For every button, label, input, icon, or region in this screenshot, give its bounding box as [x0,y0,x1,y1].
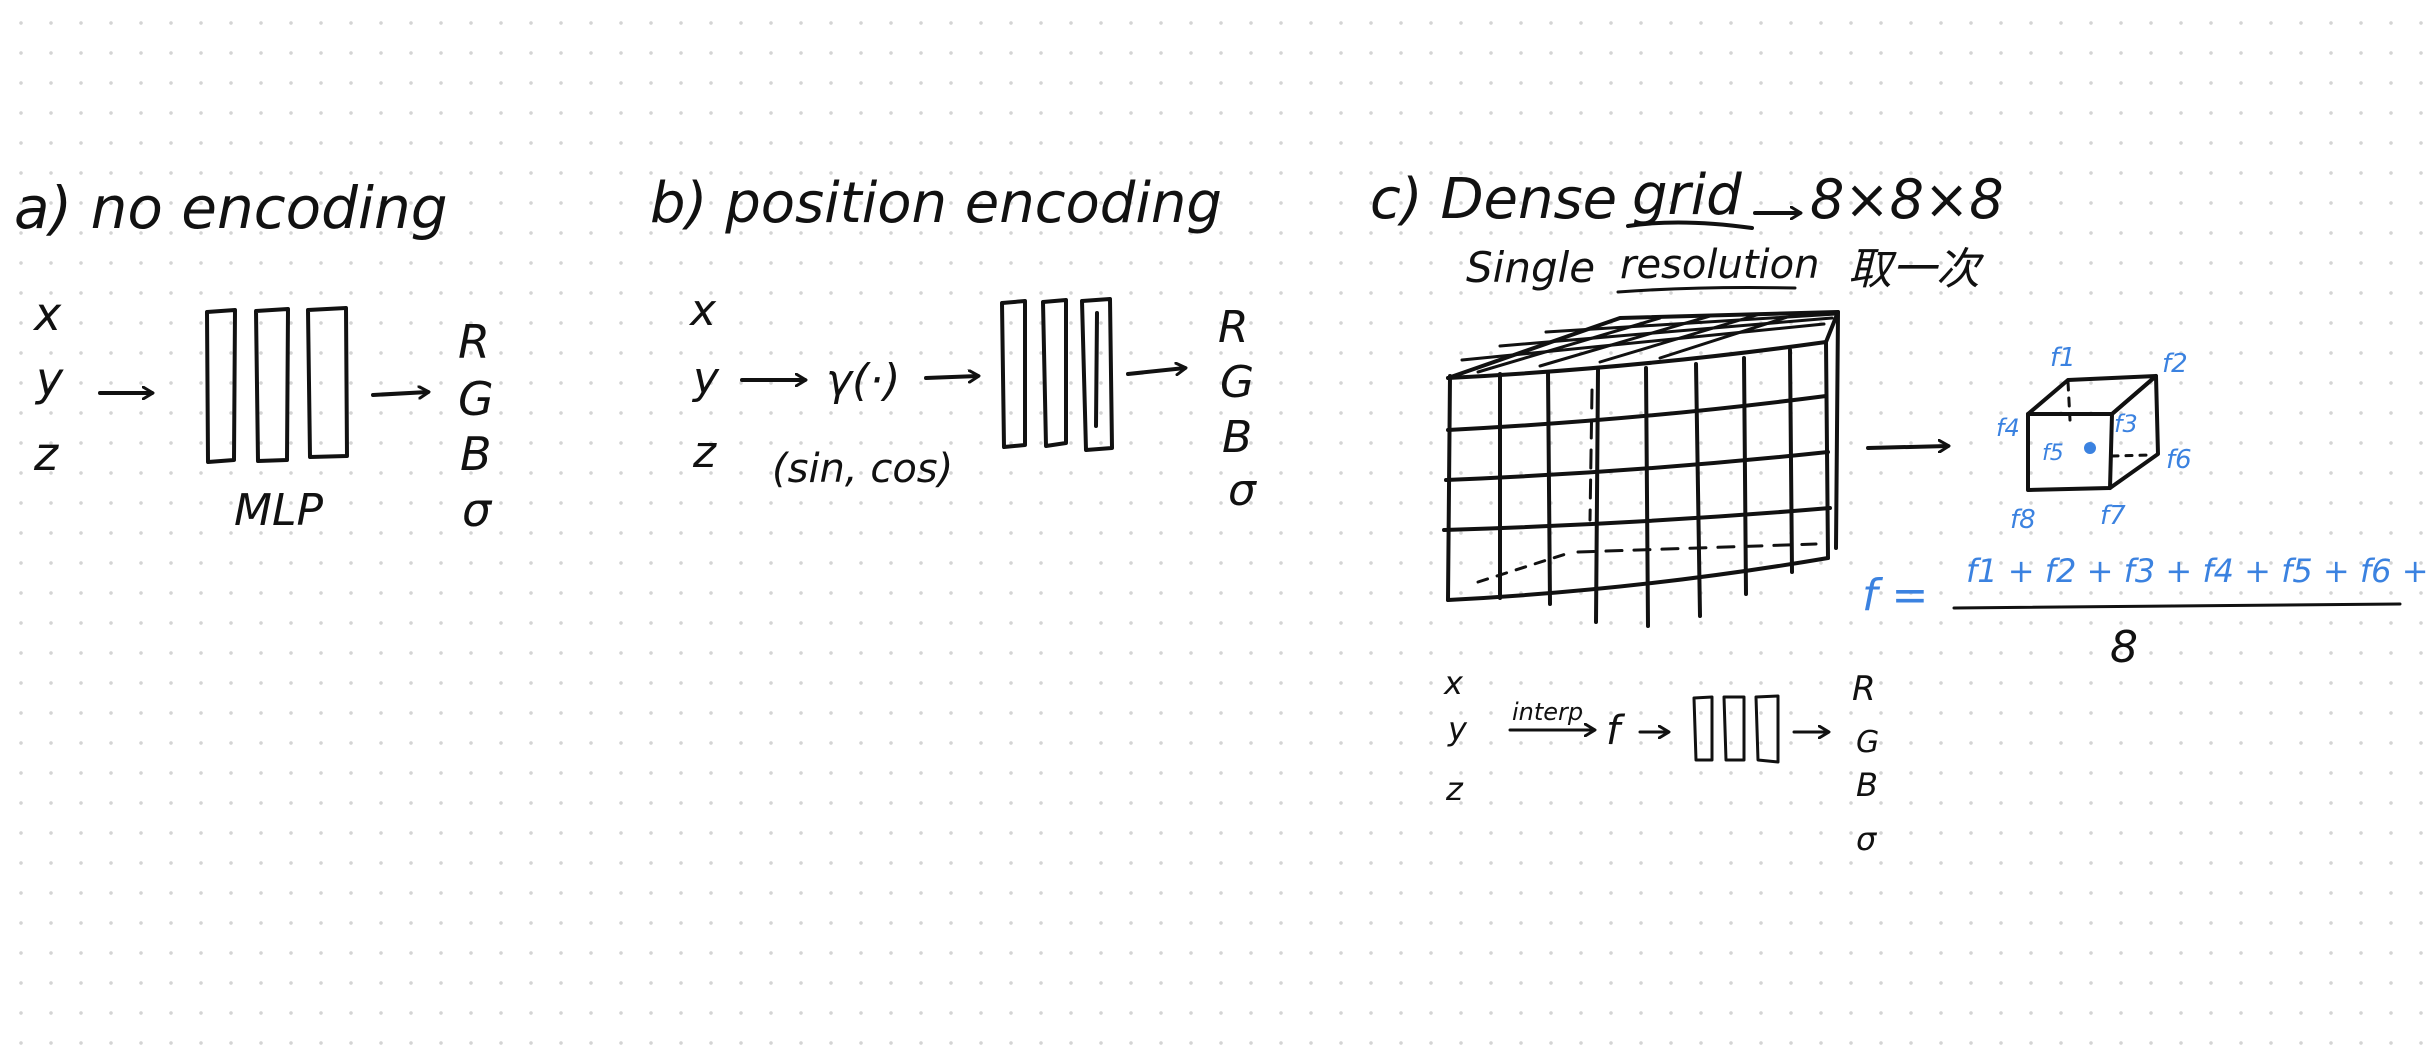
pipeline-input-z: z [1445,770,1464,808]
voxel-hidden-edge [2110,453,2154,458]
panel-b-output-g: G [1220,357,1254,408]
pipeline-mlp-layer-2 [1722,695,1746,762]
panel-a-output-sigma: σ [462,483,493,537]
pipeline-mlp-layer-1 [1692,695,1714,762]
panel-c-subtitle-cjk: 取一次 [1848,244,1985,295]
pipeline-output-sigma: σ [1856,820,1878,858]
formula-numerator: f1 + f2 + f3 + f4 + f5 + f6 + f7 + f8 [1966,552,2426,590]
mlp-layer-2 [1041,298,1068,448]
panel-a-output-r: R [458,315,490,369]
formula-denominator: 8 [2110,622,2138,673]
panel-a: a) no encoding x y z MLP R G B σ [14,174,494,537]
pipeline-input-y: y [1447,710,1468,748]
panel-c-pipeline: x y z interp f R G B σ [1443,664,1879,858]
mlp-layer-2 [254,307,290,463]
panel-b-input-y: y [691,353,720,404]
panel-c-subtitle: Single [1466,243,1595,292]
cube-hidden-edge [1476,550,1574,584]
voxel-label-f5: f5 [2042,441,2064,466]
voxel-front-face [2026,412,2114,492]
voxel-label-f3: f3 [2114,410,2138,438]
voxel-sample-point [2084,442,2096,454]
panel-a-input-y: y [34,352,64,406]
panel-b-arrow-out [1126,368,1185,374]
voxel-hidden-edge [2066,380,2072,422]
cube-front-line [1446,394,1828,432]
voxel-label-f7: f7 [2100,501,2126,531]
cube-front-line [1444,450,1830,482]
resolution-underline [1616,286,1797,294]
mlp-layer-1 [205,308,237,464]
panel-b-mlp-layers [1000,297,1114,452]
panel-b-output-r: R [1218,302,1249,353]
pipeline-output-r: R [1852,669,1876,709]
panel-a-input-x: x [32,287,62,341]
panel-b-output-b: B [1222,412,1252,463]
pipeline-interp-label: interp [1512,698,1583,726]
dense-grid-cube [1442,310,1840,628]
mlp-layer-3-inner-stroke [1094,311,1099,428]
cube-front-line [1546,370,1552,606]
mlp-layer-3 [306,306,349,459]
panel-b-input-x: x [688,285,717,336]
voxel-label-f1: f1 [2050,343,2076,373]
panel-b-encoding-note: (sin, cos) [772,446,953,492]
pipeline-mlp-layer-3 [1754,694,1780,764]
pipeline-input-x: x [1443,664,1464,702]
pipeline-output-g: G [1856,725,1879,760]
cube-top-line [1460,322,1826,362]
cube-front-line [1742,356,1748,596]
panel-a-mlp-label: MLP [234,485,323,536]
cube-front-line [1644,366,1650,628]
panel-a-title: a) no encoding [14,174,448,242]
cube-front-line [1824,340,1830,560]
panel-b-input-z: z [692,427,717,478]
average-formula: f = f1 + f2 + f3 + f4 + f5 + f6 + f7 + f… [1862,552,2426,673]
panel-a-arrow-out [371,392,428,395]
voxel-label-f8: f8 [2010,505,2036,535]
panel-a-output-b: B [460,427,492,481]
panel-b-arrow-mid [924,376,978,378]
panel-c-title-grid: grid [1632,163,1742,228]
cube-front-line [1446,374,1452,602]
cube-front-line [1834,310,1840,550]
panel-b-encoding-fn: γ(·) [826,355,900,406]
panel-c-grid-size: 8×8×8 [1810,168,2004,231]
cube-hidden-edge [1588,388,1594,522]
voxel-label-f6: f6 [2166,445,2192,475]
panel-a-output-g: G [458,372,494,426]
panel-c-subtitle-resolution: resolution [1620,242,1819,288]
voxel-label-f2: f2 [2162,349,2188,379]
whiteboard-canvas: a) no encoding x y z MLP R G B σ b) posi… [0,0,2426,1064]
mlp-layer-1 [1000,299,1027,449]
cube-front-line [1594,368,1600,624]
panel-b: b) position encoding x y z γ(·) (sin, co… [650,171,1257,516]
formula-lhs: f = [1862,570,1928,621]
panel-c: c) Dense grid 8×8×8 Single resolution 取一… [1370,163,2426,858]
panel-b-output-sigma: σ [1228,465,1257,516]
panel-c-arrow-to-voxel [1866,446,1948,448]
cube-front-line [1446,556,1830,602]
pipeline-output-b: B [1856,766,1878,804]
panel-b-title: b) position encoding [650,171,1222,236]
voxel-label-f4: f4 [1996,414,2020,442]
voxel-cube: f1 f2 f3 f4 f5 f6 f7 f8 [1996,343,2192,535]
panel-a-mlp-layers [205,306,349,464]
formula-fraction-bar [1952,602,2402,610]
panel-a-input-z: z [33,427,59,481]
diagram-svg: a) no encoding x y z MLP R G B σ b) posi… [14,163,2426,858]
pipeline-feature-f: f [1606,708,1626,754]
cube-front-line [1788,348,1794,574]
panel-c-title: c) Dense [1370,167,1617,232]
